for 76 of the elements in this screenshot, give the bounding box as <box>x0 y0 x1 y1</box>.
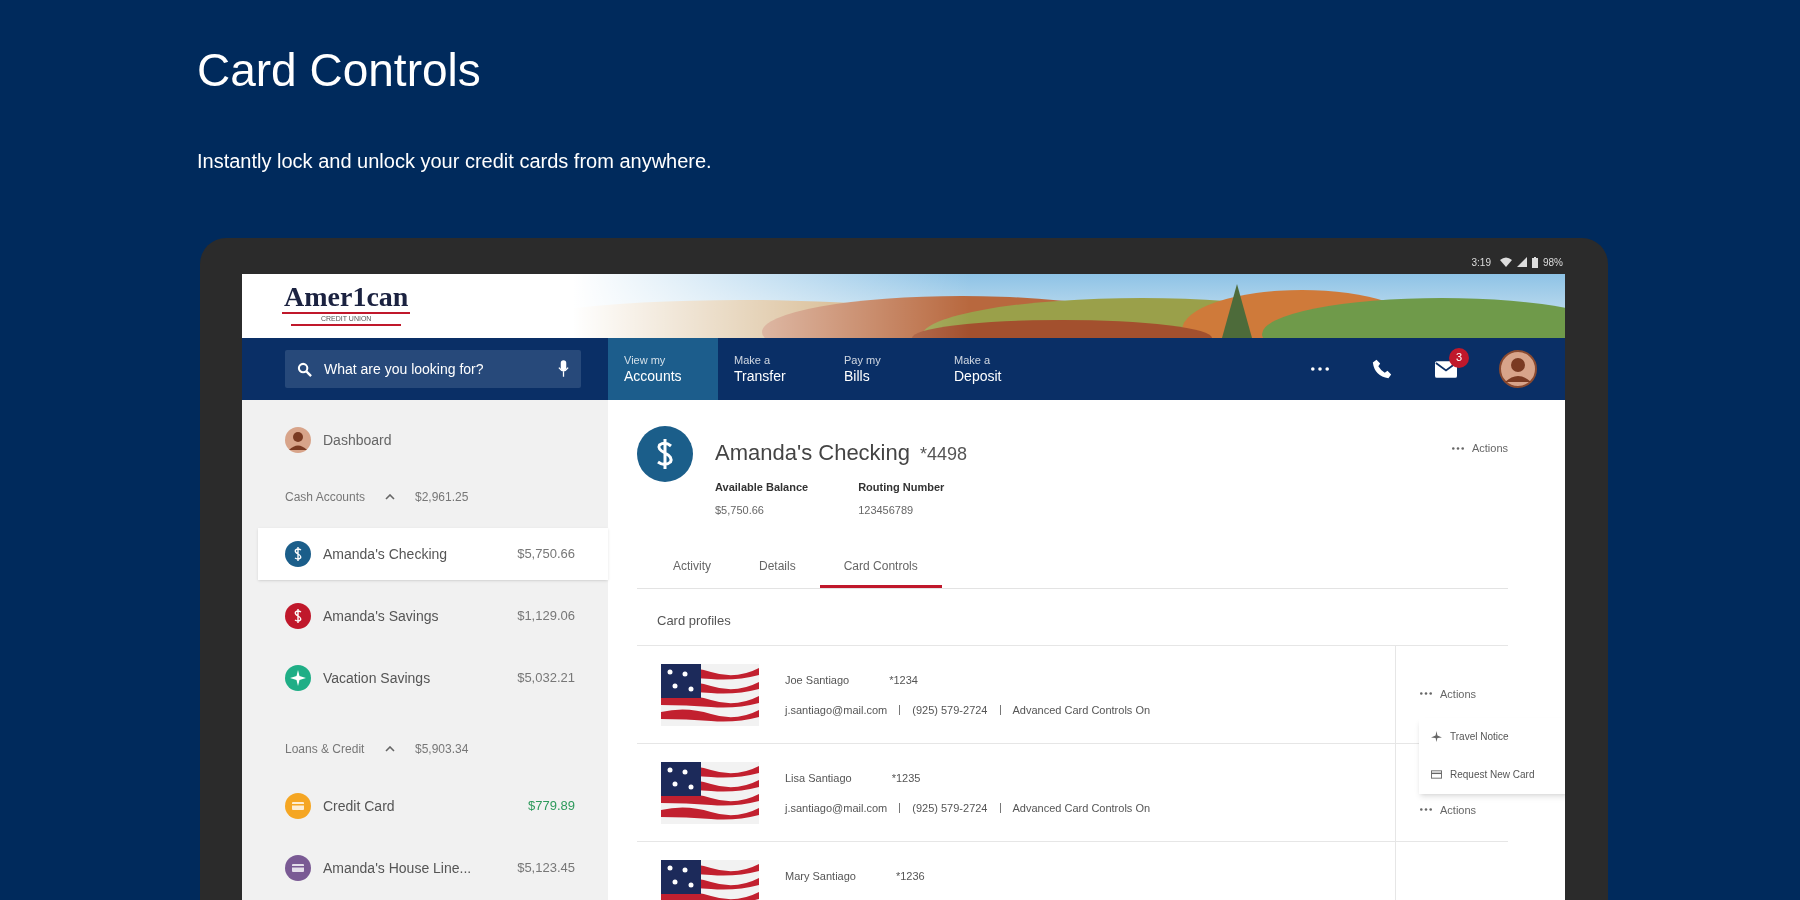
nav-tab[interactable]: Make a Transfer <box>718 338 828 400</box>
caret-icon[interactable] <box>385 746 395 752</box>
mail-icon[interactable] <box>1435 360 1457 378</box>
account-balance: $5,750.66 <box>517 545 575 564</box>
status-text: Advanced Card Controls On <box>1012 801 1151 816</box>
more-icon <box>1420 692 1432 696</box>
avatar-icon <box>285 427 311 453</box>
account-name: Vacation Savings <box>323 668 432 688</box>
status-text: Advanced Card Controls On <box>1012 703 1151 718</box>
status-time: 3:19 <box>1471 255 1491 270</box>
actions-button[interactable]: Actions <box>1420 801 1508 818</box>
account-name: Amanda's Checking <box>323 544 449 564</box>
account-name: Credit Card <box>323 796 396 816</box>
account-name: Amanda's Savings <box>323 606 440 626</box>
notification-badge: 3 <box>1449 347 1469 368</box>
dashboard-link[interactable]: Dashboard <box>323 429 392 451</box>
page-subtitle: Instantly lock and unlock your credit cards from anywhere. <box>197 149 712 174</box>
account-balance: $1,129.06 <box>517 607 575 626</box>
account-number: *4498 <box>920 443 968 466</box>
field-value: 123456789 <box>858 502 915 518</box>
dollar-icon <box>637 426 693 482</box>
email-text: j.santiago@mail.com <box>785 703 888 718</box>
account-name: Amanda's House Line... <box>323 858 473 878</box>
tab[interactable]: Card Controls <box>819 546 942 588</box>
account-title: Amanda's Checking <box>715 439 910 467</box>
tab[interactable]: Activity <box>649 546 735 588</box>
account-row[interactable]: Amanda's House Line... $5,123.45 <box>258 842 608 894</box>
more-icon[interactable] <box>1311 367 1329 371</box>
nav-tab[interactable]: Make a Deposit <box>938 338 1048 400</box>
microphone-icon[interactable] <box>558 360 569 377</box>
card-number: *1234 <box>889 672 918 688</box>
account-balance: $5,123.45 <box>517 859 575 878</box>
field-label: Available Balance <box>715 480 809 495</box>
actions-button[interactable]: Actions <box>1451 440 1508 457</box>
account-balance: $5,032.21 <box>517 669 575 688</box>
section-total: $2,961.25 <box>415 489 469 506</box>
more-icon <box>1451 446 1464 450</box>
section-total: $5,903.34 <box>415 741 469 758</box>
phone-icon[interactable] <box>1371 358 1393 380</box>
menu-item[interactable]: Request New Card <box>1419 755 1565 794</box>
field-value: $5,750.66 <box>715 502 765 518</box>
actions-button[interactable]: Actions <box>1420 685 1508 702</box>
phone-text: (925) 579-2724 <box>912 703 988 718</box>
account-row[interactable]: Credit Card $779.89 <box>258 780 608 832</box>
field-label: Routing Number <box>858 480 945 495</box>
avatar-icon[interactable] <box>1499 350 1537 388</box>
card-number: *1235 <box>891 770 921 786</box>
tab[interactable]: Details <box>735 546 820 588</box>
email-text: j.santiago@mail.com <box>785 801 888 816</box>
page-title: Card Controls <box>197 43 481 98</box>
menu-item[interactable]: Travel Notice <box>1419 717 1565 756</box>
cardholder-name: Joe Santiago <box>785 672 850 688</box>
logo-text: Amer1can <box>282 282 411 314</box>
battery-icon <box>1532 256 1538 268</box>
battery-level: 98% <box>1543 255 1563 270</box>
signal-icon <box>1517 257 1527 267</box>
plane-icon <box>1431 731 1442 742</box>
caret-icon[interactable] <box>385 494 395 500</box>
account-row[interactable]: Vacation Savings $5,032.21 <box>258 652 608 704</box>
phone-text: (925) 579-2724 <box>912 801 988 816</box>
account-balance: $779.89 <box>528 797 575 816</box>
section-label: Loans & Credit <box>285 741 366 758</box>
card-icon <box>1431 770 1442 779</box>
card-number: *1236 <box>895 868 925 884</box>
section-label: Cash Accounts <box>285 489 367 506</box>
nav-tab[interactable]: View my Accounts <box>608 338 718 400</box>
more-icon <box>1420 808 1432 812</box>
cardholder-name: Lisa Santiago <box>785 770 852 786</box>
section-heading: Card profiles <box>656 612 732 630</box>
search-icon <box>297 362 312 377</box>
nav-tab[interactable]: Pay my Bills <box>828 338 938 400</box>
account-row[interactable]: Amanda's Checking $5,750.66 <box>258 528 608 580</box>
wifi-icon <box>1500 257 1512 267</box>
cardholder-name: Mary Santiago <box>785 868 856 884</box>
search-field[interactable]: What are you looking for? <box>285 350 581 388</box>
account-row[interactable]: Amanda's Savings $1,129.06 <box>258 590 608 642</box>
